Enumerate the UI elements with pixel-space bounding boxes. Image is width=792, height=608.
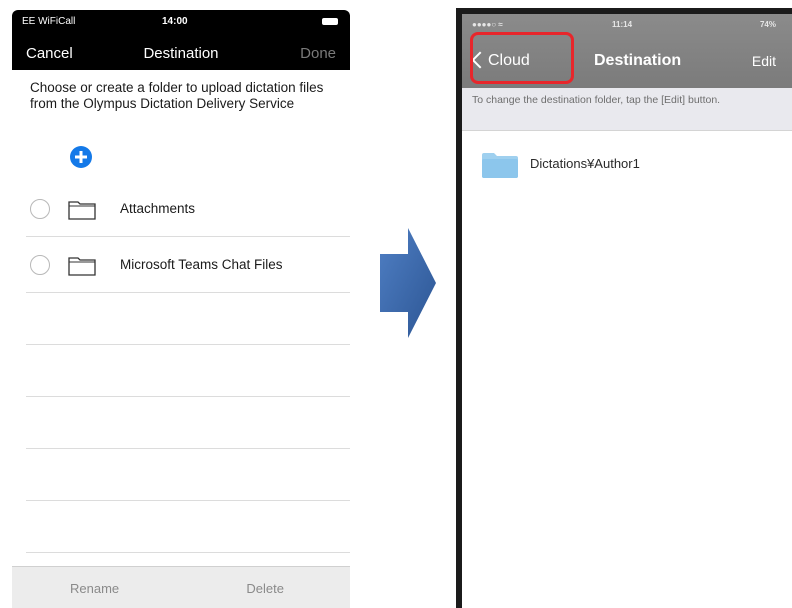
divider: [26, 344, 350, 345]
edit-button[interactable]: Edit: [752, 53, 776, 69]
header: ●●●●○ ≈ 11:14 74% Cloud Destination Edit: [462, 14, 792, 88]
folder-icon: [68, 201, 96, 220]
folder-label: Dictations¥Author1: [530, 156, 640, 171]
folder-row-dictations[interactable]: Dictations¥Author1: [462, 130, 792, 192]
done-button[interactable]: Done: [300, 45, 336, 62]
radio-button[interactable]: [30, 255, 50, 275]
clock: 11:14: [612, 20, 633, 29]
status-bar: EE WiFiCall 14:00: [12, 10, 350, 34]
bottom-toolbar: Rename Delete: [12, 566, 350, 608]
instruction-text: Choose or create a folder to upload dict…: [30, 80, 324, 111]
divider: [26, 448, 350, 449]
delete-button[interactable]: Delete: [246, 581, 284, 596]
folder-row-attachments[interactable]: Attachments: [12, 184, 350, 236]
signal-icon: ●●●●○ ≈: [472, 20, 503, 29]
folder-row-teams[interactable]: Microsoft Teams Chat Files: [12, 240, 350, 292]
battery-icon: [322, 18, 338, 25]
folder-list-panel: Choose or create a folder to upload dict…: [12, 70, 350, 566]
clock: 14:00: [162, 16, 188, 27]
right-arrow-icon: [380, 228, 436, 338]
divider: [26, 236, 350, 237]
folder-icon: [482, 153, 518, 178]
left-phone-screen: EE WiFiCall 14:00 Cancel Destination Don…: [12, 10, 350, 608]
hint-text: To change the destination folder, tap th…: [472, 94, 721, 106]
divider: [26, 292, 350, 293]
nav-bar: Cancel Destination Done: [12, 34, 350, 70]
hint-banner: To change the destination folder, tap th…: [462, 88, 792, 131]
page-title: Destination: [594, 52, 682, 69]
right-phone-screen: ●●●●○ ≈ 11:14 74% Cloud Destination Edit…: [456, 8, 792, 608]
folder-icon: [68, 257, 96, 276]
divider: [26, 396, 350, 397]
screenshot-stage: EE WiFiCall 14:00 Cancel Destination Don…: [0, 0, 792, 608]
divider: [26, 500, 350, 501]
highlight-box: [470, 32, 574, 84]
folder-label: Attachments: [120, 201, 196, 216]
rename-button[interactable]: Rename: [70, 581, 119, 596]
divider: [26, 552, 350, 553]
battery-label: 74%: [759, 20, 776, 29]
carrier-label: EE WiFiCall: [22, 16, 76, 27]
status-bar: ●●●●○ ≈ 11:14 74%: [462, 16, 792, 32]
folder-label: Microsoft Teams Chat Files: [120, 257, 283, 272]
radio-button[interactable]: [30, 199, 50, 219]
plus-circle-icon[interactable]: [70, 146, 92, 168]
